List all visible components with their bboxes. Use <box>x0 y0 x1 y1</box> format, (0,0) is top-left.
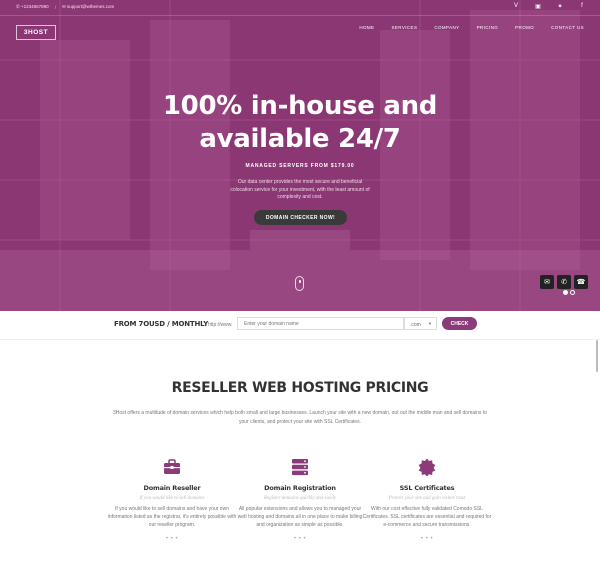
main-nav: HOME SERVICES COMPANY PRICING PROMO CONT… <box>359 25 584 30</box>
feature-domain-reseller: Domain Reseller If you would like to sel… <box>107 458 237 542</box>
mail-icon[interactable]: ✉ <box>540 275 554 289</box>
domain-checker-button[interactable]: DOMAIN CHECKER NOW! <box>254 210 347 225</box>
social-links: V ▣ ✦ f <box>512 3 586 10</box>
tld-select[interactable]: .com ▼ <box>404 317 437 330</box>
domain-search-input[interactable] <box>237 317 404 330</box>
server-icon <box>292 459 308 476</box>
feature-tagline: Register domains quickly and easily <box>263 496 337 501</box>
feature-description: All popular extensions and allows you to… <box>237 506 363 528</box>
feature-tagline: If you would like to sell domains <box>139 496 205 501</box>
top-bar: ✆ +1234567890 / ✉ support@wthemes.com V … <box>0 0 600 16</box>
feature-title: Domain Reseller <box>143 484 201 492</box>
more-indicator[interactable]: • • • <box>235 536 365 542</box>
feature-title: SSL Certificates <box>399 484 455 492</box>
hero-title-line1: 100% in-house and <box>162 91 438 121</box>
pricing-description: 3Host offers a multitude of domain servi… <box>112 410 487 425</box>
pricing-title: RESELLER WEB HOSTING PRICING <box>171 380 429 396</box>
feature-tagline: Protect your site and gain visitor trust <box>388 496 466 501</box>
feature-description: With our cost effective fully validated … <box>362 506 492 528</box>
foursquare-icon[interactable]: ▣ <box>534 3 542 10</box>
site-logo[interactable]: 3HOST <box>16 25 56 40</box>
hero-description: Our data center provides the most secure… <box>230 179 370 200</box>
url-prefix: http://www. <box>208 322 233 328</box>
nav-promo[interactable]: PROMO <box>515 25 534 30</box>
phone-link[interactable]: ✆ +1234567890 <box>16 4 49 10</box>
domain-search-bar: FROM 7OUSD / MONTHLY http://www. .com ▼ … <box>0 311 600 340</box>
slider-dot[interactable] <box>563 290 568 295</box>
scroll-down-icon[interactable] <box>295 276 304 291</box>
domain-price: FROM 7OUSD / MONTHLY <box>114 320 209 328</box>
nav-pricing[interactable]: PRICING <box>477 25 499 30</box>
phone-icon[interactable]: ☎ <box>574 275 588 289</box>
more-indicator[interactable]: • • • <box>362 536 492 542</box>
scrollbar[interactable] <box>596 340 598 372</box>
chevron-down-icon: ▼ <box>428 321 432 326</box>
facebook-icon[interactable]: f <box>578 3 586 10</box>
contact-info: ✆ +1234567890 / ✉ support@wthemes.com <box>16 4 114 10</box>
tld-value: .com <box>410 321 421 328</box>
slider-dot[interactable] <box>570 290 575 295</box>
twitter-icon[interactable]: ✦ <box>556 3 564 10</box>
nav-services[interactable]: SERVICES <box>391 25 417 30</box>
vimeo-icon[interactable]: V <box>512 3 520 10</box>
hero-section: ✆ +1234567890 / ✉ support@wthemes.com V … <box>0 0 600 311</box>
feature-ssl-certificates: SSL Certificates Protect your site and g… <box>362 458 492 542</box>
feature-description: If you would like to sell domains and ha… <box>107 506 237 528</box>
feature-domain-registration: Domain Registration Register domains qui… <box>235 458 365 542</box>
hero-title: 100% in-house and available 24/7 <box>0 90 600 156</box>
quick-contact-buttons: ✉ ✆ ☎ <box>540 275 588 289</box>
check-button[interactable]: CHECK <box>442 317 477 330</box>
whatsapp-icon[interactable]: ✆ <box>557 275 571 289</box>
nav-company[interactable]: COMPANY <box>434 25 459 30</box>
email-link[interactable]: ✉ support@wthemes.com <box>62 4 114 10</box>
briefcase-icon <box>164 459 180 474</box>
more-indicator[interactable]: • • • <box>107 536 237 542</box>
nav-contact-us[interactable]: CONTACT US <box>551 25 584 30</box>
hero-subtitle: MANAGED SERVERS FROM $179.00 <box>245 163 355 169</box>
contact-separator: / <box>54 4 56 10</box>
feature-title: Domain Registration <box>264 484 336 492</box>
certificate-icon <box>418 458 436 476</box>
hero-title-line2: available 24/7 <box>199 124 401 154</box>
nav-home[interactable]: HOME <box>359 25 374 30</box>
slider-dots <box>563 290 575 295</box>
